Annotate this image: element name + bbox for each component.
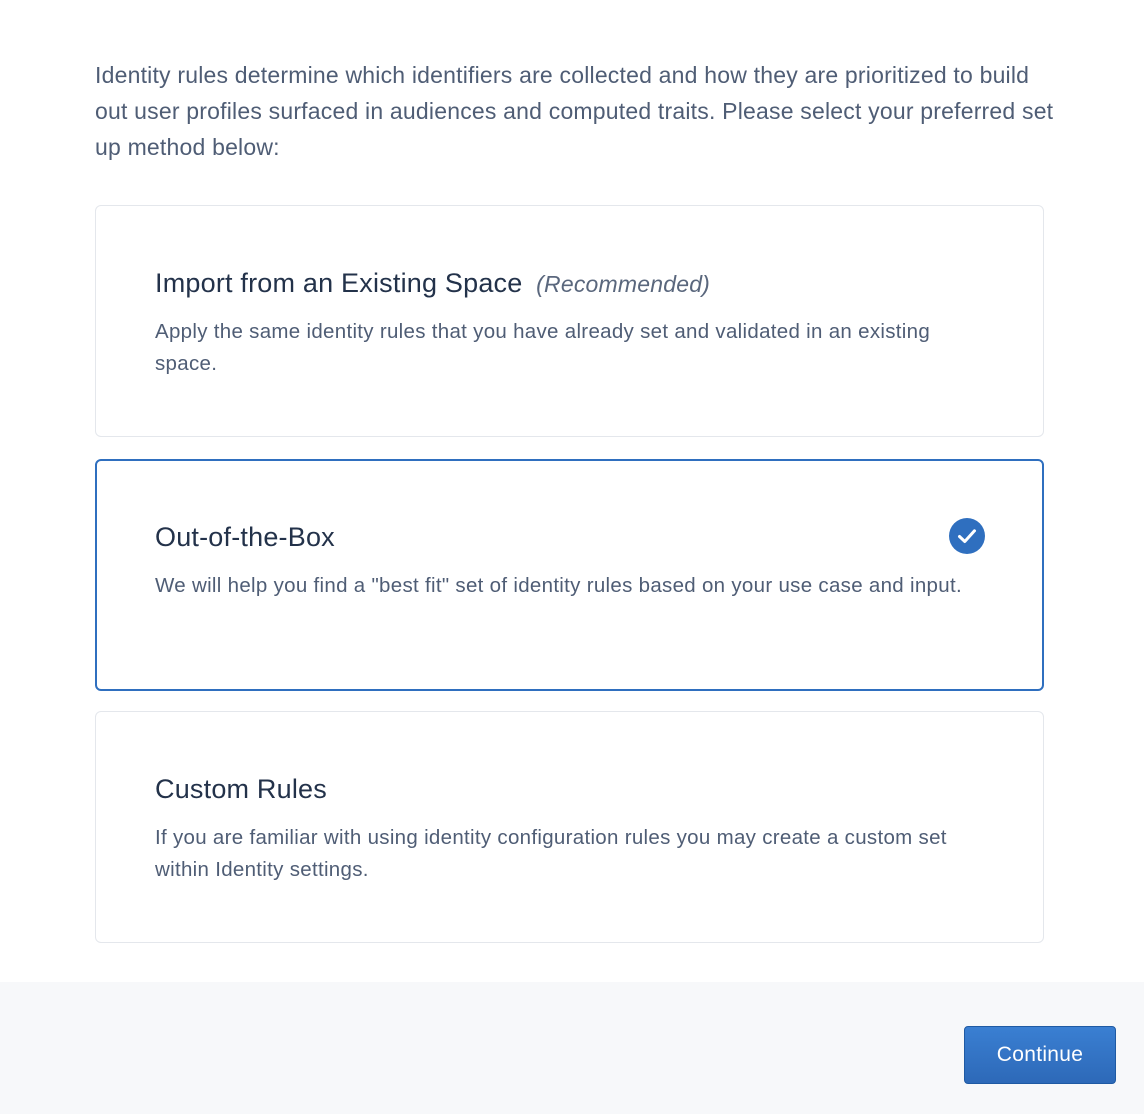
footer-bar: Continue bbox=[0, 982, 1144, 1114]
option-custom-rules[interactable]: Custom Rules If you are familiar with us… bbox=[95, 711, 1044, 943]
option-title: Out-of-the-Box bbox=[155, 517, 335, 557]
intro-text: Identity rules determine which identifie… bbox=[95, 62, 1054, 160]
option-title-text: Out-of-the-Box bbox=[155, 522, 335, 552]
option-title-text: Import from an Existing Space bbox=[155, 268, 523, 298]
option-description: We will help you find a "best fit" set o… bbox=[155, 574, 962, 597]
option-title: Import from an Existing Space (Recommend… bbox=[155, 263, 710, 304]
option-import-existing-space[interactable]: Import from an Existing Space (Recommend… bbox=[95, 205, 1044, 437]
option-description: If you are familiar with using identity … bbox=[155, 826, 947, 881]
option-title: Custom Rules bbox=[155, 769, 327, 809]
recommended-tag: (Recommended) bbox=[536, 271, 711, 297]
option-description: Apply the same identity rules that you h… bbox=[155, 320, 931, 375]
option-title-text: Custom Rules bbox=[155, 774, 327, 804]
checkmark-circle-icon bbox=[949, 518, 985, 554]
identity-setup-page: Identity rules determine which identifie… bbox=[0, 0, 1144, 1114]
option-out-of-the-box[interactable]: Out-of-the-Box We will help you find a "… bbox=[95, 459, 1044, 691]
continue-button[interactable]: Continue bbox=[964, 1026, 1116, 1084]
